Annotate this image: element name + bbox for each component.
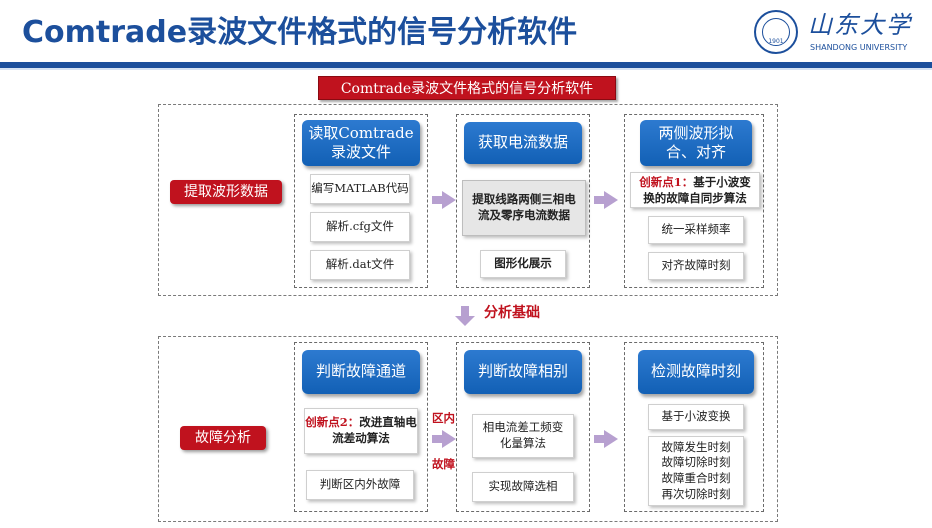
- fault-times-box: 故障发生时刻 故障切除时刻 故障重合时刻 再次切除时刻: [648, 436, 744, 506]
- fault-time-item: 再次切除时刻: [661, 486, 731, 501]
- item-wavelet-transform: 基于小波变换: [648, 404, 744, 430]
- stage-head-fault-time: 检测故障时刻: [638, 350, 754, 394]
- stage-head-waveform-align: 两侧波形拟 合、对齐: [640, 120, 752, 166]
- item-phase-current-algorithm: 相电流差工频变化量算法: [472, 414, 574, 458]
- item-unify-sampling: 统一采样频率: [648, 216, 744, 244]
- innovation-2-label: 创新点2：: [305, 415, 360, 429]
- item-extract-current: 提取线路两侧三相电流及零序电流数据: [462, 180, 586, 236]
- bottom-section-label: 故障分析: [180, 426, 266, 450]
- arrow-right-icon: [432, 430, 456, 448]
- fault-time-item: 故障发生时刻: [661, 439, 731, 454]
- item-align-fault-time: 对齐故障时刻: [648, 252, 744, 280]
- stage-head-fault-phase: 判断故障相别: [464, 350, 582, 394]
- stage-head-get-current: 获取电流数据: [464, 122, 582, 164]
- stage-head-fault-channel: 判断故障通道: [302, 350, 420, 394]
- fault-time-item: 故障切除时刻: [661, 455, 731, 470]
- between-label-in-zone: 区内: [432, 411, 455, 425]
- middle-label: 分析基础: [484, 305, 540, 321]
- item-parse-cfg: 解析.cfg文件: [310, 212, 410, 242]
- university-seal-icon: 1901: [754, 10, 798, 54]
- page-title: Comtrade录波文件格式的信号分析软件: [22, 15, 578, 50]
- item-judge-fault-zone: 判断区内外故障: [306, 470, 414, 500]
- innovation-1-box: 创新点1：基于小波变换的故障自同步算法: [630, 172, 760, 208]
- stage-head-read-comtrade: 读取Comtrade 录波文件: [302, 120, 420, 166]
- item-graphic-display: 图形化展示: [480, 250, 566, 278]
- arrow-right-icon: [432, 191, 456, 209]
- university-logo-english: SHANDONG UNIVERSITY: [810, 43, 908, 52]
- item-parse-dat: 解析.dat文件: [310, 250, 410, 280]
- arrow-down-icon: [455, 306, 475, 326]
- innovation-1-label: 创新点1：: [639, 175, 694, 189]
- fault-time-item: 故障重合时刻: [661, 471, 731, 485]
- arrow-right-icon: [594, 191, 618, 209]
- diagram-banner: Comtrade录波文件格式的信号分析软件: [318, 76, 616, 100]
- innovation-2-box: 创新点2：改进直轴电流差动算法: [304, 408, 418, 454]
- top-section-label: 提取波形数据: [170, 180, 282, 204]
- seal-year: 1901: [768, 38, 784, 45]
- arrow-right-icon: [594, 430, 618, 448]
- item-fault-phase-selection: 实现故障选相: [472, 472, 574, 502]
- item-write-matlab: 编写MATLAB代码: [310, 174, 410, 204]
- university-logo-text: 山东大学: [808, 11, 912, 39]
- between-label-fault: 故障: [432, 457, 455, 471]
